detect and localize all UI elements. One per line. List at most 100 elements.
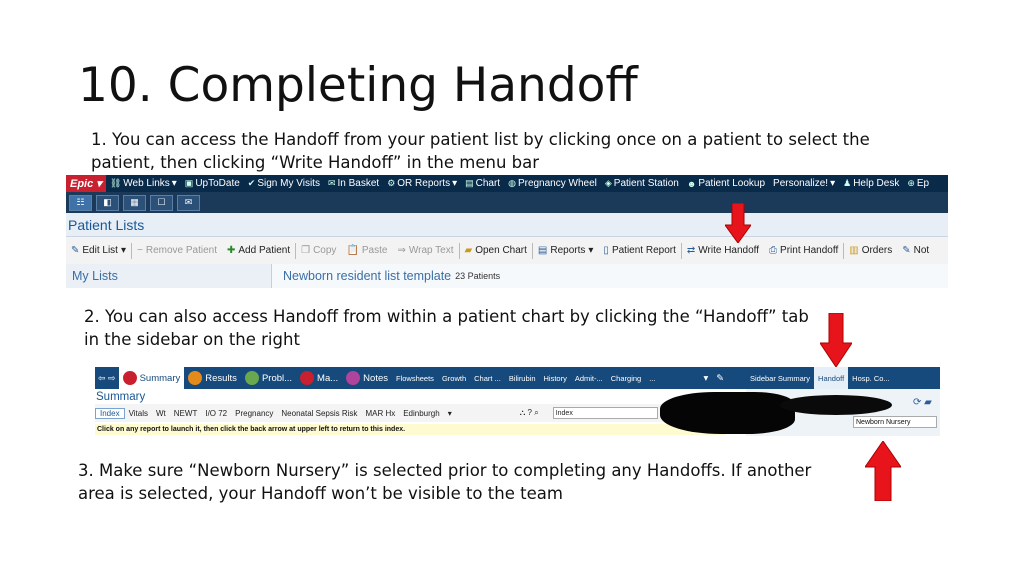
- epic-menu-button[interactable]: Epic ▾: [66, 175, 106, 192]
- patient-lists-header: Patient Lists: [66, 213, 948, 236]
- patient-list-icon[interactable]: ☷: [69, 194, 92, 211]
- index-instruction: Click on any report to launch it, then c…: [95, 424, 726, 435]
- inbox-icon: ✉: [327, 178, 336, 188]
- notes-button[interactable]: ✎ Not: [897, 245, 934, 256]
- tab-chart[interactable]: Chart ...: [470, 367, 505, 389]
- tab-hosp-course[interactable]: Hosp. Co...: [848, 367, 894, 389]
- wrap-text-button[interactable]: ⇒ Wrap Text: [392, 245, 458, 256]
- report-tab-wt[interactable]: Wt: [152, 409, 170, 418]
- wheel-icon: ◍: [508, 178, 516, 188]
- mail-icon[interactable]: ✉: [177, 194, 200, 211]
- tab-sidebar-summary[interactable]: Sidebar Summary: [746, 367, 814, 389]
- copy-icon: ❐: [301, 245, 311, 256]
- or-reports-button[interactable]: ⚙ OR Reports ▾: [383, 178, 461, 189]
- dropdown-icon[interactable]: ▾: [699, 367, 712, 389]
- globe-icon: ⊕: [907, 178, 915, 188]
- tab-flowsheets[interactable]: Flowsheets: [392, 367, 438, 389]
- problems-icon: [244, 371, 259, 385]
- tab-admit[interactable]: Admit-...: [571, 367, 607, 389]
- plus-icon: ✚: [227, 245, 236, 256]
- edit-list-button[interactable]: ✎ Edit List ▾: [66, 245, 131, 256]
- report-tab-vitals[interactable]: Vitals: [125, 409, 152, 418]
- tab-results[interactable]: Results: [184, 367, 241, 389]
- open-chart-button[interactable]: ▰ Open Chart: [460, 245, 532, 256]
- activity-icon-bar: ☷ ◧ ▦ ☐ ✉: [66, 192, 948, 213]
- report-tab-io[interactable]: I/O 72: [201, 409, 231, 418]
- report-search-input[interactable]: Index: [552, 407, 658, 419]
- ep-button[interactable]: ⊕ Ep: [903, 178, 933, 189]
- tab-more[interactable]: ...: [645, 367, 659, 389]
- print-handoff-button[interactable]: ⎙ Print Handoff: [764, 245, 843, 256]
- step-1-text: 1. You can access the Handoff from your …: [91, 130, 870, 172]
- step-3-text: 3. Make sure “Newborn Nursery” is select…: [78, 461, 812, 503]
- patient-station-button[interactable]: ◈ Patient Station: [601, 178, 683, 189]
- link-icon: ⛓: [109, 178, 122, 188]
- tab-growth[interactable]: Growth: [438, 367, 470, 389]
- schedule-icon[interactable]: ◧: [96, 194, 119, 211]
- step-2-text: 2. You can also access Handoff from with…: [84, 307, 809, 349]
- report-tab-pregnancy[interactable]: Pregnancy: [231, 409, 277, 418]
- redaction-mark: [780, 395, 892, 415]
- red-arrow-down-icon: [820, 313, 852, 367]
- patient-lookup-button[interactable]: ☻ Patient Lookup: [683, 178, 769, 189]
- reports-button[interactable]: ▤ Reports ▾: [533, 245, 599, 256]
- binoculars-icon[interactable]: ⛬ ? ⌕: [516, 408, 543, 418]
- station-icon: ◈: [604, 178, 612, 188]
- tab-problems[interactable]: Probl...: [241, 367, 296, 389]
- report-tab-sepsis[interactable]: Neonatal Sepsis Risk: [277, 409, 361, 418]
- personalize-button[interactable]: Personalize! ▾: [769, 178, 839, 189]
- tab-charging[interactable]: Charging: [607, 367, 645, 389]
- web-links-button[interactable]: ⛓ Web Links ▾: [106, 178, 181, 189]
- report-tab-newt[interactable]: NEWT: [170, 409, 202, 418]
- tab-notes[interactable]: Notes: [342, 367, 392, 389]
- paste-icon: 📋: [346, 245, 359, 256]
- uptodate-button[interactable]: ▣ UpToDate: [181, 178, 244, 189]
- write-handoff-button[interactable]: ⇄ Write Handoff: [682, 245, 764, 256]
- chat-icon[interactable]: ☐: [150, 194, 173, 211]
- tab-handoff[interactable]: Handoff: [814, 367, 849, 389]
- refresh-icon[interactable]: ⟳ ▰: [913, 397, 932, 408]
- notes-icon: [346, 371, 361, 385]
- tab-history[interactable]: History: [540, 367, 571, 389]
- red-arrow-down-icon: [725, 203, 751, 243]
- back-arrow-icon[interactable]: ⇦ ⇨: [95, 367, 119, 389]
- remove-patient-button[interactable]: − Remove Patient: [132, 245, 222, 256]
- help-icon: ♟: [843, 178, 852, 188]
- clipboard-icon: ▥: [849, 245, 859, 256]
- copy-button[interactable]: ❐ Copy: [296, 245, 341, 256]
- report-tab-edinburgh[interactable]: Edinburgh: [399, 409, 443, 418]
- handoff-area-field[interactable]: Newborn Nursery: [853, 416, 937, 428]
- chart-button[interactable]: ▤ Chart: [461, 178, 504, 189]
- folder-icon: ▰: [464, 245, 473, 256]
- patient-report-button[interactable]: ▯ Patient Report: [598, 245, 680, 256]
- pregnancy-wheel-button[interactable]: ◍ Pregnancy Wheel: [504, 178, 601, 189]
- tab-summary[interactable]: Summary: [118, 367, 185, 389]
- people-icon: ☻: [686, 178, 697, 189]
- my-lists-header[interactable]: My Lists: [66, 264, 271, 288]
- add-patient-button[interactable]: ✚ Add Patient: [222, 245, 295, 256]
- patient-lists-screenshot: Epic ▾ ⛓ Web Links ▾ ▣ UpToDate ✔ Sign My V…: [66, 175, 948, 288]
- tab-bilirubin[interactable]: Bilirubin: [505, 367, 540, 389]
- summary-header: Summary: [95, 389, 746, 404]
- summary-icon: [122, 371, 137, 385]
- tab-mar[interactable]: Ma...: [296, 367, 342, 389]
- redaction-mark: [660, 392, 795, 434]
- help-desk-button[interactable]: ♟ Help Desk: [839, 178, 903, 189]
- report-tab-dropdown-icon[interactable]: ▾: [444, 409, 456, 418]
- summary-report-tabs: Index Vitals Wt NEWT I/O 72 Pregnancy Ne…: [95, 404, 746, 422]
- report-tab-mar-hx[interactable]: MAR Hx: [361, 409, 399, 418]
- sign-my-visits-button[interactable]: ✔ Sign My Visits: [244, 178, 324, 189]
- list-name: Newborn resident list template: [283, 269, 452, 283]
- epic-top-toolbar: Epic ▾ ⛓ Web Links ▾ ▣ UpToDate ✔ Sign My V…: [66, 175, 948, 192]
- report-tab-index[interactable]: Index: [95, 407, 125, 419]
- patient-count: 23 Patients: [455, 271, 501, 281]
- paste-button[interactable]: 📋 Paste: [341, 245, 392, 256]
- checkmark-icon: ✔: [247, 178, 256, 188]
- in-basket-button[interactable]: ✉ In Basket: [324, 178, 383, 189]
- wrench-icon: ✎: [71, 245, 80, 256]
- patient-list-toolbar: ✎ Edit List ▾ − Remove Patient ✚ Add Patien…: [66, 236, 948, 264]
- wrench-icon[interactable]: ✎: [712, 367, 728, 389]
- orders-button[interactable]: ▥ Orders: [844, 245, 897, 256]
- uptodate-icon: ▣: [184, 178, 194, 188]
- grid-icon[interactable]: ▦: [123, 194, 146, 211]
